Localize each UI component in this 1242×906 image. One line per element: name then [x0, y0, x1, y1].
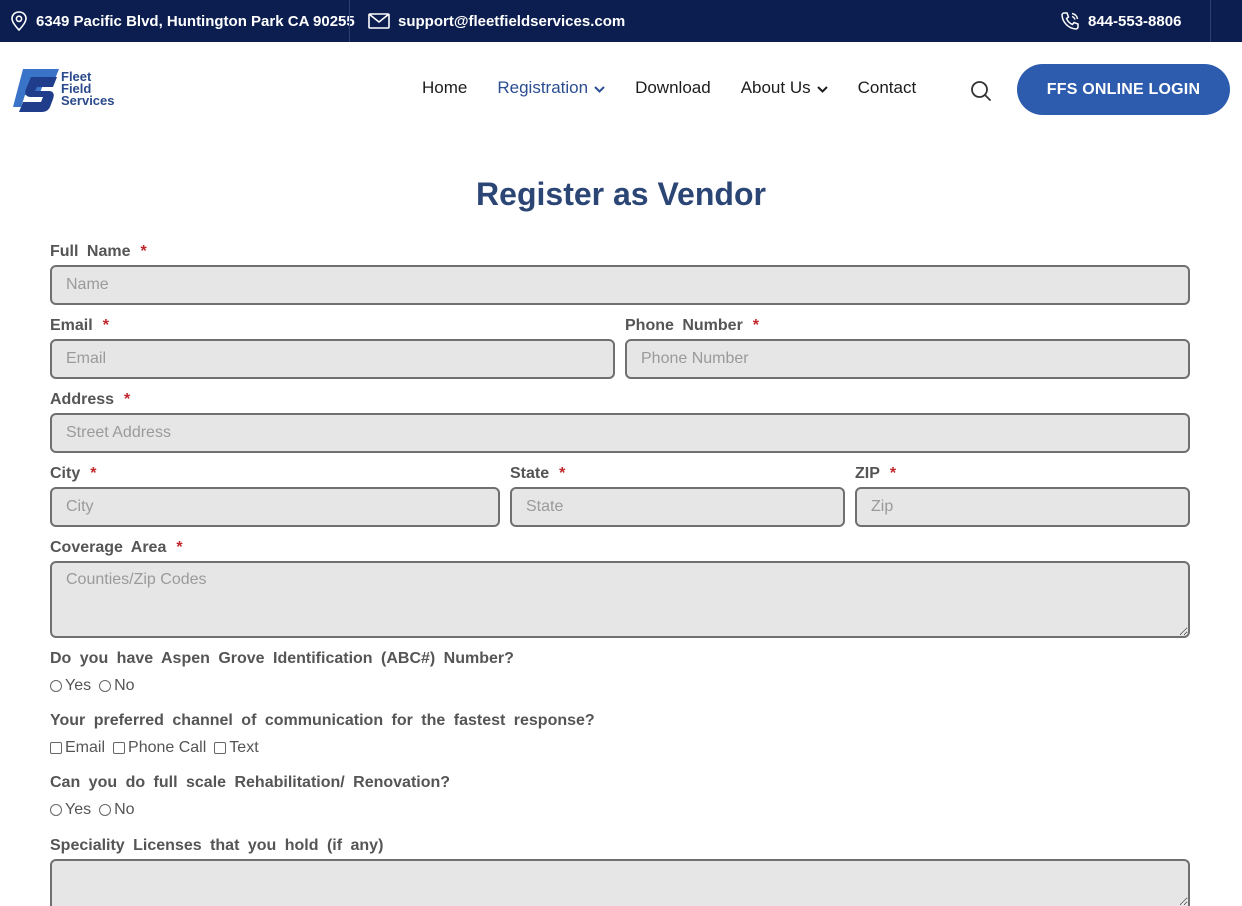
- required-mark: *: [124, 391, 131, 408]
- envelope-icon: [368, 13, 390, 29]
- option-label[interactable]: Text: [229, 739, 258, 757]
- required-mark: *: [102, 317, 109, 334]
- channel-phone-option[interactable]: Phone Call: [113, 739, 206, 757]
- phone-icon: [1060, 11, 1080, 31]
- rehab-options: Yes No: [50, 801, 143, 819]
- nav-registration[interactable]: Registration: [497, 78, 605, 98]
- email-label: Email *: [50, 317, 109, 335]
- option-label[interactable]: No: [114, 801, 134, 819]
- label-text: Coverage Area: [50, 539, 167, 556]
- phone-info[interactable]: 844-553-8806: [1060, 0, 1181, 42]
- email-input[interactable]: [50, 339, 615, 379]
- top-bar: 6349 Pacific Blvd, Huntington Park CA 90…: [0, 0, 1242, 42]
- street-address-input[interactable]: [50, 413, 1190, 453]
- state-label: State *: [510, 465, 565, 483]
- state-input[interactable]: [510, 487, 845, 527]
- checkbox[interactable]: [113, 742, 126, 754]
- radio-button[interactable]: [50, 680, 62, 692]
- phone-number[interactable]: 844-553-8806: [1088, 13, 1181, 30]
- required-mark: *: [140, 243, 147, 260]
- option-label[interactable]: Yes: [65, 677, 91, 695]
- address-info: 6349 Pacific Blvd, Huntington Park CA 90…: [10, 0, 355, 42]
- email-link[interactable]: support@fleetfieldservices.com: [398, 13, 625, 30]
- radio-button[interactable]: [50, 804, 62, 816]
- label-text: ZIP: [855, 465, 880, 482]
- option-label[interactable]: No: [114, 677, 134, 695]
- licenses-textarea[interactable]: [50, 859, 1190, 906]
- required-mark: *: [752, 317, 760, 334]
- divider: [1210, 0, 1211, 42]
- nav-label[interactable]: Contact: [858, 78, 917, 98]
- chevron-down-icon[interactable]: [594, 78, 605, 98]
- channel-email-option[interactable]: Email: [50, 739, 105, 757]
- address-label: Address *: [50, 391, 130, 409]
- coverage-area-label: Coverage Area *: [50, 539, 183, 557]
- channel-question: Your preferred channel of communication …: [50, 712, 595, 729]
- logo-wordmark: Fleet Field Services: [61, 70, 115, 108]
- abc-no-option[interactable]: No: [99, 677, 135, 695]
- label-text: Full Name: [50, 243, 131, 260]
- ffs-logo-mark: [13, 67, 59, 112]
- abc-number-question: Do you have Aspen Grove Identification (…: [50, 650, 514, 667]
- phone-label: Phone Number *: [625, 317, 759, 335]
- full-name-input[interactable]: [50, 265, 1190, 305]
- page-title: Register as Vendor: [476, 176, 766, 212]
- zip-input[interactable]: [855, 487, 1190, 527]
- label-text: Email: [50, 317, 93, 334]
- radio-button[interactable]: [99, 804, 112, 816]
- ffs-online-login-button[interactable]: FFS ONLINE LOGIN: [1017, 64, 1230, 115]
- required-mark: *: [889, 465, 897, 482]
- full-name-label: Full Name *: [50, 243, 147, 261]
- zip-label: ZIP *: [855, 465, 896, 483]
- rehab-no-option[interactable]: No: [99, 801, 135, 819]
- chevron-down-icon[interactable]: [816, 78, 828, 98]
- rehab-yes-option[interactable]: Yes: [50, 801, 91, 819]
- nav-label[interactable]: Registration: [497, 78, 588, 98]
- rehab-question: Can you do full scale Rehabilitation/ Re…: [50, 774, 451, 791]
- option-label[interactable]: Phone Call: [128, 739, 206, 757]
- abc-yes-option[interactable]: Yes: [50, 677, 91, 695]
- option-label[interactable]: Email: [65, 739, 105, 757]
- nav-contact[interactable]: Contact: [858, 78, 917, 98]
- required-mark: *: [176, 539, 183, 556]
- location-pin-icon: [10, 11, 28, 31]
- main-nav: Home Registration Download About Us Cont…: [422, 78, 946, 98]
- nav-label[interactable]: Home: [422, 78, 467, 98]
- phone-input[interactable]: [625, 339, 1190, 379]
- nav-download[interactable]: Download: [635, 78, 711, 98]
- logo-line: Services: [61, 93, 115, 108]
- city-label: City *: [50, 465, 96, 483]
- channel-options: Email Phone Call Text: [50, 739, 267, 757]
- email-info[interactable]: support@fleetfieldservices.com: [368, 0, 625, 42]
- nav-home[interactable]: Home: [422, 78, 467, 98]
- abc-number-options: Yes No: [50, 677, 143, 695]
- required-mark: *: [90, 465, 97, 482]
- city-input[interactable]: [50, 487, 500, 527]
- label-text: State: [510, 465, 550, 482]
- coverage-area-textarea[interactable]: [50, 561, 1190, 638]
- label-text: Phone Number: [625, 317, 743, 334]
- required-mark: *: [559, 465, 566, 482]
- radio-button[interactable]: [99, 680, 112, 692]
- label-text: City: [50, 465, 81, 482]
- licenses-question: Speciality Licenses that you hold (if an…: [50, 837, 384, 854]
- channel-text-option[interactable]: Text: [214, 739, 259, 757]
- nav-about-us[interactable]: About Us: [741, 78, 828, 98]
- label-text: Address: [50, 391, 115, 408]
- site-logo[interactable]: Fleet Field Services: [13, 67, 115, 112]
- checkbox[interactable]: [214, 742, 227, 754]
- search-icon[interactable]: [970, 80, 992, 107]
- divider: [349, 0, 350, 42]
- option-label[interactable]: Yes: [65, 801, 91, 819]
- checkbox[interactable]: [50, 742, 62, 754]
- address-text: 6349 Pacific Blvd, Huntington Park CA 90…: [36, 12, 355, 30]
- site-header: Fleet Field Services Home Registration D…: [0, 42, 1242, 138]
- nav-label[interactable]: Download: [635, 78, 711, 98]
- nav-label[interactable]: About Us: [741, 78, 811, 98]
